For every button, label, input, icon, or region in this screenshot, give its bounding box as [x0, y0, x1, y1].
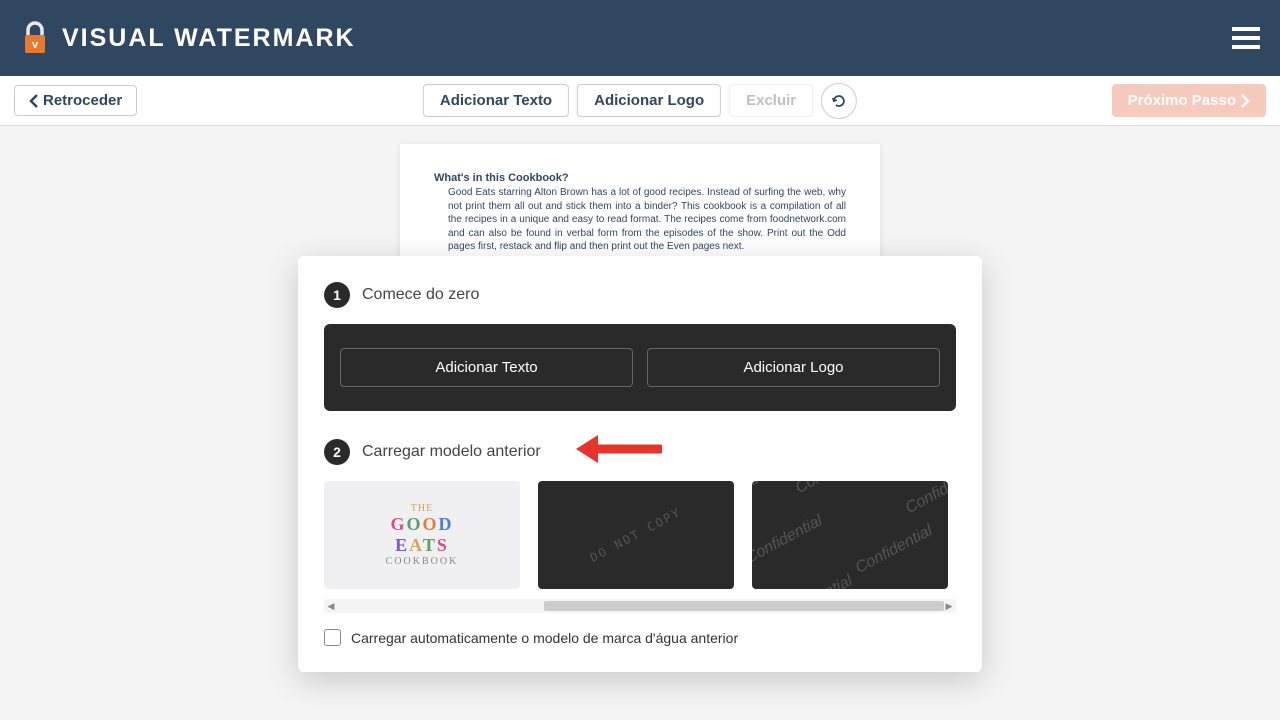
undo-button[interactable]: [821, 83, 857, 119]
ck-the: THE: [386, 503, 459, 514]
templates-row: THE GOOD EATS COOKBOOK DO NOT COPY Confi…: [324, 481, 956, 589]
next-step-button: Próximo Passo: [1112, 84, 1266, 117]
templates-scrollbar[interactable]: ◀ ▶: [324, 599, 956, 613]
undo-icon: [831, 93, 847, 109]
delete-button: Excluir: [729, 84, 813, 117]
section-1-label: Comece do zero: [362, 286, 479, 304]
toolbar: Retroceder Adicionar Texto Adicionar Log…: [0, 76, 1280, 126]
template-cookbook[interactable]: THE GOOD EATS COOKBOOK: [324, 481, 520, 589]
back-button[interactable]: Retroceder: [14, 85, 137, 116]
back-label: Retroceder: [43, 92, 122, 109]
confidential-pattern: Confidential Confidential Confidential C…: [752, 481, 948, 589]
auto-load-row: Carregar automaticamente o modelo de mar…: [324, 629, 956, 646]
hamburger-menu-icon[interactable]: [1232, 27, 1260, 49]
scrollbar-thumb[interactable]: [544, 601, 944, 611]
section-1-header: 1 Comece do zero: [324, 282, 956, 308]
do-not-copy-text: DO NOT COPY: [588, 505, 684, 565]
app-header: v VISUAL WATERMARK: [0, 0, 1280, 76]
cookbook-logo: THE GOOD EATS COOKBOOK: [386, 503, 459, 567]
modal-add-logo-button[interactable]: Adicionar Logo: [647, 348, 940, 387]
template-confidential[interactable]: Confidential Confidential Confidential C…: [752, 481, 948, 589]
annotation-arrow-icon: [572, 429, 662, 469]
step-badge-2: 2: [324, 439, 350, 465]
add-logo-button[interactable]: Adicionar Logo: [577, 84, 721, 117]
template-do-not-copy[interactable]: DO NOT COPY: [538, 481, 734, 589]
template-modal: 1 Comece do zero Adicionar Texto Adicion…: [298, 256, 982, 672]
chevron-left-icon: [29, 94, 39, 108]
lock-icon: v: [20, 21, 50, 55]
step-badge-1: 1: [324, 282, 350, 308]
add-text-button[interactable]: Adicionar Texto: [423, 84, 569, 117]
toolbar-center: Adicionar Texto Adicionar Logo Excluir: [423, 83, 857, 119]
scroll-right-icon[interactable]: ▶: [942, 599, 956, 613]
svg-text:v: v: [32, 39, 39, 51]
doc-body: Good Eats starring Alton Brown has a lot…: [434, 186, 846, 254]
start-from-scratch-panel: Adicionar Texto Adicionar Logo: [324, 324, 956, 411]
section-2-label: Carregar modelo anterior: [362, 443, 541, 461]
auto-load-checkbox[interactable]: [324, 629, 341, 646]
chevron-right-icon: [1240, 94, 1250, 108]
ck-eats: EATS: [386, 535, 459, 556]
ck-good: GOOD: [386, 514, 459, 535]
brand: v VISUAL WATERMARK: [20, 21, 356, 55]
ck-sub: COOKBOOK: [386, 556, 459, 567]
brand-title: VISUAL WATERMARK: [62, 24, 356, 53]
doc-title: What's in this Cookbook?: [434, 172, 846, 184]
next-label: Próximo Passo: [1128, 92, 1236, 109]
scroll-left-icon[interactable]: ◀: [324, 599, 338, 613]
auto-load-label: Carregar automaticamente o modelo de mar…: [351, 630, 738, 646]
section-2-header: 2 Carregar modelo anterior: [324, 439, 956, 465]
modal-add-text-button[interactable]: Adicionar Texto: [340, 348, 633, 387]
